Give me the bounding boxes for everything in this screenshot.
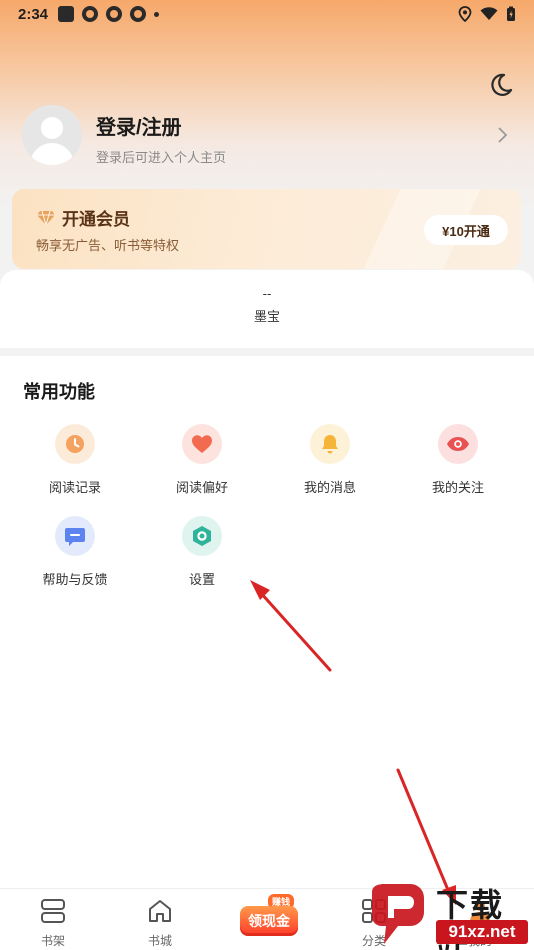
login-hint: 登录后可进入个人主页 (96, 150, 227, 165)
tab-cash-promo[interactable]: 赚钱 领现金 (238, 890, 300, 946)
status-time: 2:34 (18, 5, 49, 23)
arrow-to-settings (258, 590, 332, 672)
status-bar: 2:34 (0, 0, 534, 28)
more-notifications-icon (154, 11, 160, 17)
reading-history-label: 阅读记录 (48, 480, 101, 495)
help-feedback-button[interactable]: 帮助与反馈 (15, 516, 135, 588)
vip-title: 开通会员 (62, 210, 130, 229)
vip-banner[interactable]: 开通会员 畅享无广告、听书等特权 ¥10开通 (12, 189, 521, 269)
app-notification-icon (106, 6, 123, 22)
reading-preference-button[interactable]: 阅读偏好 (142, 424, 262, 496)
settings-label: 设置 (188, 572, 215, 587)
ink-treasure-label: 墨宝 (253, 309, 280, 324)
app-notification-icon (58, 6, 75, 22)
my-messages-button[interactable]: 我的消息 (270, 424, 390, 496)
section-divider (0, 348, 534, 356)
night-mode-icon[interactable] (486, 70, 516, 100)
watermark-url: 91xz.net (436, 920, 528, 944)
login-register-title[interactable]: 登录/注册 (96, 111, 182, 140)
my-follows-label: 我的关注 (431, 480, 484, 495)
my-messages-label: 我的消息 (303, 480, 356, 495)
hexagon-settings-icon (182, 516, 222, 556)
diamond-icon (37, 210, 55, 225)
notification-icons (58, 6, 160, 22)
ink-treasure-value: -- (262, 286, 272, 301)
heart-icon (182, 424, 222, 464)
bookshelf-icon (41, 899, 65, 923)
tab-bookshelf-label: 书架 (40, 934, 65, 948)
battery-icon (507, 6, 515, 21)
ink-treasure-card[interactable]: -- 墨宝 (0, 270, 534, 348)
vip-subtitle: 畅享无广告、听书等特权 (36, 238, 180, 253)
arrow-to-mine-tab (396, 768, 450, 892)
bell-icon (310, 424, 350, 464)
clock-icon (55, 424, 95, 464)
tab-bookstore-label: 书城 (147, 934, 172, 948)
help-feedback-label: 帮助与反馈 (42, 572, 108, 587)
reading-history-button[interactable]: 阅读记录 (15, 424, 135, 496)
my-follows-button[interactable]: 我的关注 (398, 424, 518, 496)
common-functions-title: 常用功能 (23, 382, 95, 402)
app-notification-icon (130, 6, 147, 22)
location-icon (458, 6, 472, 22)
vip-open-button[interactable]: ¥10开通 (424, 215, 508, 245)
chevron-right-icon[interactable] (496, 125, 510, 145)
watermark-logo (372, 884, 424, 944)
tab-bookstore[interactable]: 书城 (110, 889, 210, 950)
home-icon (149, 900, 171, 922)
avatar[interactable] (22, 105, 82, 165)
chat-icon (55, 516, 95, 556)
eye-icon (438, 424, 478, 464)
wifi-icon (480, 7, 498, 20)
system-icons (458, 6, 516, 22)
settings-button[interactable]: 设置 (142, 516, 262, 588)
tab-bookshelf[interactable]: 书架 (3, 889, 103, 950)
app-notification-icon (82, 6, 99, 22)
cash-promo-icon: 领现金 (240, 906, 298, 936)
site-watermark: 下载站 91xz.net (364, 878, 532, 950)
reading-preference-label: 阅读偏好 (175, 480, 228, 495)
login-profile-card[interactable]: 登录/注册 登录后可进入个人主页 (22, 105, 512, 167)
